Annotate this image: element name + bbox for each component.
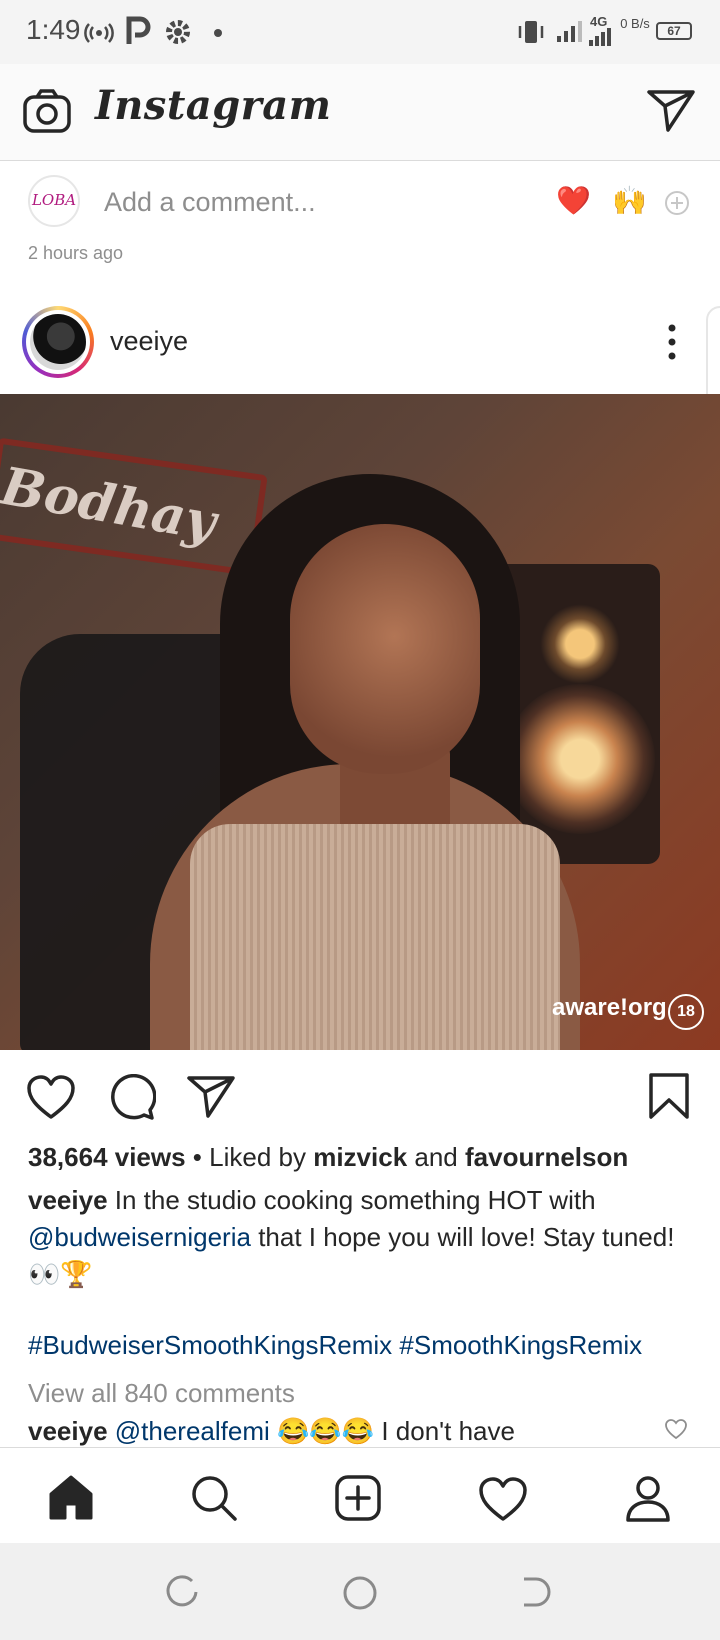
liked-by-prefix: • Liked by bbox=[185, 1142, 314, 1172]
view-all-comments-link[interactable]: View all 840 comments bbox=[28, 1378, 295, 1409]
video-watermark: aware!org bbox=[552, 994, 667, 1021]
bottom-navigation bbox=[0, 1447, 720, 1544]
instagram-logo[interactable]: Instagram bbox=[95, 82, 332, 129]
parking-app-icon bbox=[126, 16, 152, 46]
caption-mention[interactable]: @budweisernigeria bbox=[28, 1222, 251, 1252]
home-icon[interactable] bbox=[48, 1474, 94, 1520]
caption-text-1: In the studio cooking something HOT with bbox=[107, 1185, 596, 1215]
liked-and: and bbox=[407, 1142, 465, 1172]
signal-icon bbox=[556, 18, 582, 44]
share-icon[interactable] bbox=[186, 1074, 236, 1120]
quick-reaction-hands[interactable]: 🙌 bbox=[612, 184, 647, 217]
battery-icon: 67 bbox=[656, 22, 692, 40]
liked-by-user-2[interactable]: favournelson bbox=[465, 1142, 628, 1172]
view-count[interactable]: 38,664 views bbox=[28, 1142, 186, 1172]
gear-icon bbox=[164, 18, 192, 46]
vibrate-icon bbox=[516, 18, 546, 46]
direct-message-icon[interactable] bbox=[646, 88, 696, 134]
liked-by-user-1[interactable]: mizvick bbox=[313, 1142, 407, 1172]
comment-like-icon[interactable] bbox=[664, 1418, 688, 1440]
views-and-likes: 38,664 views • Liked by mizvick and favo… bbox=[28, 1142, 628, 1173]
post-video[interactable]: Bodhay aware!org 18 bbox=[0, 394, 720, 1050]
age-restriction-badge: 18 bbox=[668, 994, 704, 1030]
speaker-woofer bbox=[505, 684, 655, 834]
previous-post-time: 2 hours ago bbox=[28, 243, 124, 263]
my-avatar: LOBA bbox=[28, 175, 80, 227]
battery-level: 67 bbox=[667, 24, 681, 38]
add-comment-input[interactable]: Add a comment... bbox=[104, 187, 316, 218]
speaker-tweeter bbox=[540, 604, 620, 684]
caption-username[interactable]: veeiye bbox=[28, 1185, 108, 1215]
activity-icon[interactable] bbox=[478, 1476, 528, 1522]
post-author-avatar[interactable] bbox=[22, 306, 94, 378]
hotspot-icon bbox=[84, 22, 114, 44]
camera-icon[interactable] bbox=[22, 88, 72, 134]
home-button-icon[interactable] bbox=[342, 1575, 378, 1611]
status-time: 1:49 bbox=[26, 14, 81, 45]
my-avatar-text: LOBA bbox=[31, 191, 77, 209]
back-icon[interactable] bbox=[518, 1575, 552, 1609]
search-icon[interactable] bbox=[190, 1474, 238, 1522]
comment-text: 😂😂😂 I don't have bbox=[269, 1416, 515, 1446]
comment-icon[interactable] bbox=[108, 1074, 156, 1120]
comment-username[interactable]: veeiye bbox=[28, 1416, 108, 1446]
comment-mention[interactable]: @therealfemi bbox=[115, 1416, 270, 1446]
caption-hashtags[interactable]: #BudweiserSmoothKingsRemix #SmoothKingsR… bbox=[28, 1330, 642, 1361]
person-face bbox=[290, 524, 480, 774]
notification-dot bbox=[214, 29, 222, 37]
post-author-username[interactable]: veeiye bbox=[110, 326, 188, 357]
quick-reaction-heart[interactable]: ❤️ bbox=[556, 184, 591, 217]
status-bar: 1:49 4G 0 B/s 67 bbox=[0, 0, 720, 64]
like-icon[interactable] bbox=[26, 1074, 76, 1120]
add-emoji-icon[interactable] bbox=[664, 190, 690, 216]
recents-icon[interactable] bbox=[166, 1575, 200, 1609]
person-top bbox=[190, 824, 560, 1050]
signal-icon-2 bbox=[588, 26, 612, 46]
system-navigation-bar bbox=[0, 1543, 720, 1640]
bookmark-icon[interactable] bbox=[648, 1072, 690, 1120]
app-header: Instagram bbox=[0, 64, 720, 161]
profile-icon[interactable] bbox=[624, 1474, 672, 1522]
comment-preview: veeiye @therealfemi 😂😂😂 I don't have bbox=[28, 1416, 515, 1447]
more-options-icon[interactable] bbox=[664, 322, 680, 362]
new-post-icon[interactable] bbox=[334, 1474, 382, 1522]
post-caption: veeiye In the studio cooking something H… bbox=[28, 1182, 688, 1293]
data-rate: 0 B/s bbox=[620, 16, 650, 31]
